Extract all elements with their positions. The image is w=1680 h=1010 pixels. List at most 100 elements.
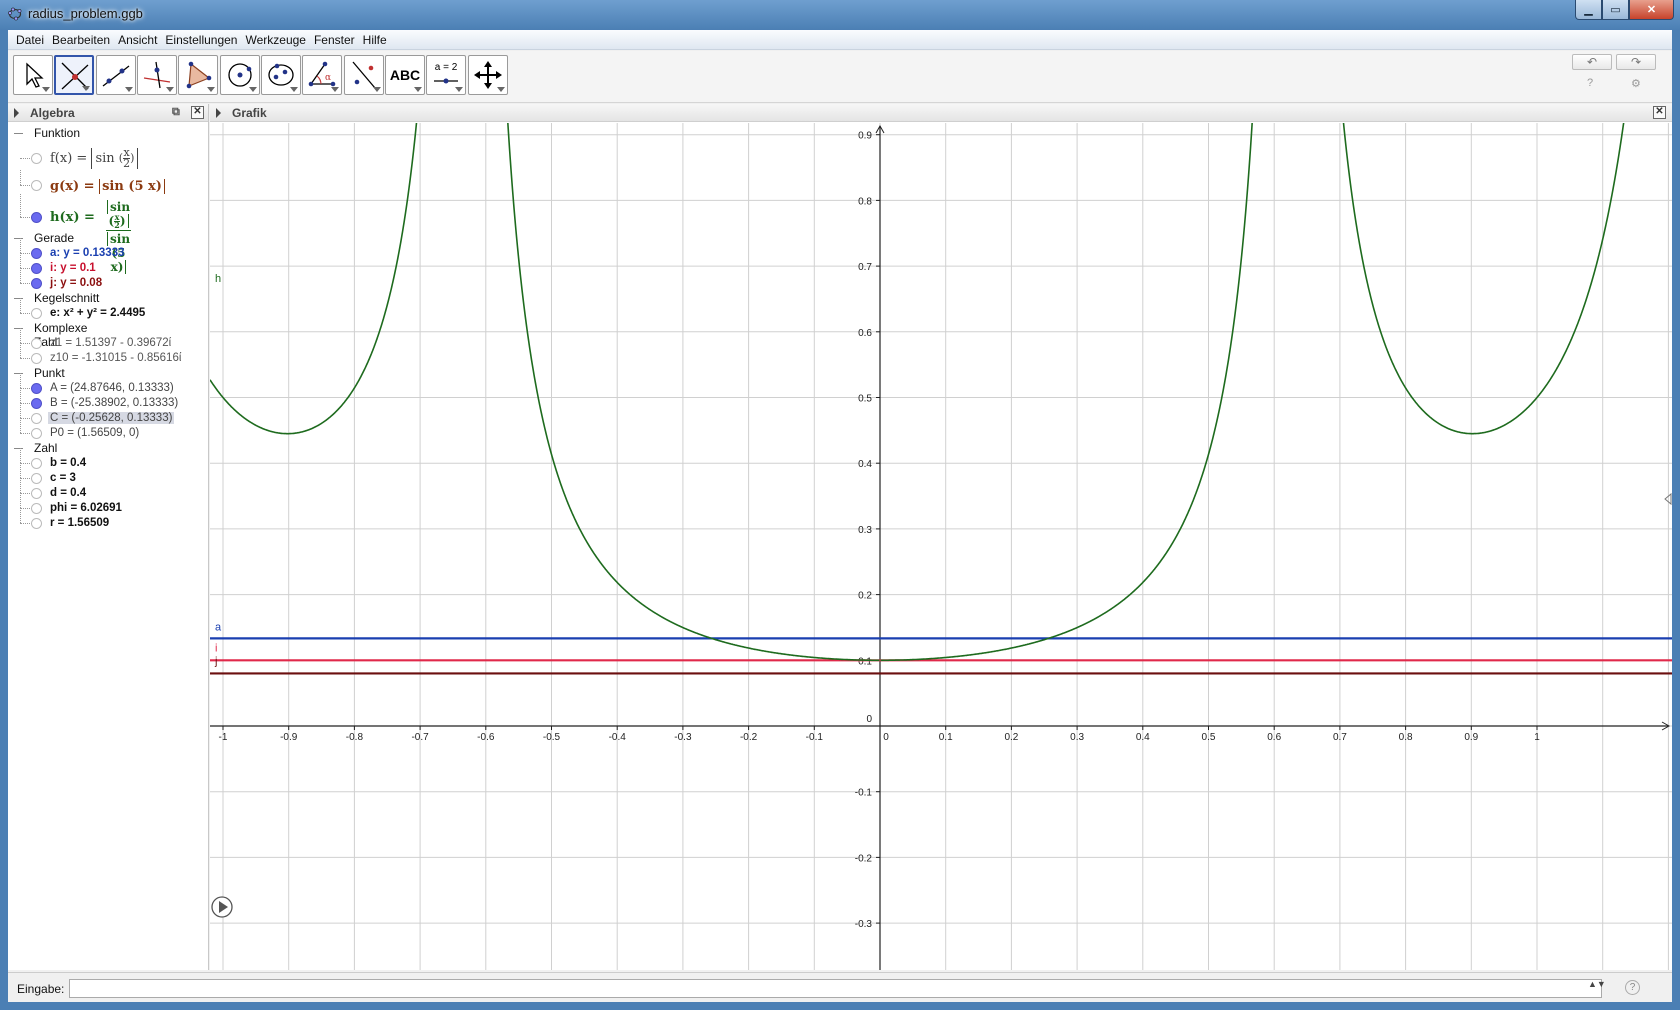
menu-fenster[interactable]: Fenster [310, 33, 359, 47]
line-i-label: i [215, 642, 217, 654]
visibility-toggle[interactable] [31, 353, 42, 364]
function-h-lhs: h(x) = [50, 210, 95, 225]
algebra-value: c = 3 [50, 472, 76, 484]
visibility-toggle[interactable] [31, 398, 42, 409]
algebra-value: i: y = 0.1 [50, 262, 96, 274]
move-view-tool[interactable] [468, 55, 508, 95]
x-tick-label: -0.2 [740, 732, 758, 743]
x-tick-label: -0.1 [806, 732, 824, 743]
y-tick-label: 0.4 [858, 459, 872, 470]
graphics-title: Grafik [232, 106, 267, 120]
y-tick-label: 0.1 [858, 656, 872, 667]
input-history-stepper[interactable]: ▲▼ [1588, 980, 1606, 989]
visibility-toggle[interactable] [31, 248, 42, 259]
menu-bearbeiten[interactable]: Bearbeiten [48, 33, 114, 47]
collapse-arrow-icon[interactable] [216, 108, 221, 118]
menu-datei[interactable]: Datei [12, 33, 48, 47]
visibility-toggle[interactable] [31, 413, 42, 424]
menu-werkzeuge[interactable]: Werkzeuge [241, 33, 309, 47]
visibility-toggle[interactable] [31, 338, 42, 349]
visibility-toggle[interactable] [31, 153, 42, 164]
menu-hilfe[interactable]: Hilfe [359, 33, 391, 47]
visibility-toggle[interactable] [31, 488, 42, 499]
input-help-icon[interactable]: ? [1625, 980, 1640, 995]
x-tick-label: -0.7 [411, 732, 429, 743]
svg-text:α: α [325, 73, 331, 83]
redo-button[interactable]: ↷ [1616, 54, 1656, 70]
x-tick-label: 0.9 [1464, 732, 1478, 743]
move-tool[interactable] [13, 55, 53, 95]
angle-icon: α [308, 61, 336, 87]
line-through-points-icon [102, 65, 130, 87]
function-h-fraction: sin ( x 2 ) sin (5 x) [106, 200, 132, 274]
undock-icon[interactable]: ⧉ [172, 106, 180, 119]
tick-labels: -1 -0.9 -0.8 -0.7 -0.6 -0.5 -0.4 -0.3 -0.2 -0.1 0 0… [219, 131, 1541, 930]
reflect-line-icon [352, 61, 376, 89]
visibility-toggle[interactable] [31, 428, 42, 439]
visibility-toggle[interactable] [31, 458, 42, 469]
grid [210, 123, 1672, 970]
visibility-toggle[interactable] [31, 180, 42, 191]
algebra-value: z10 = -1.31015 - 0.85616ί [50, 352, 182, 364]
visibility-toggle[interactable] [31, 473, 42, 484]
title-bar[interactable]: radius_problem.ggb ▁ ▭ ✕ [0, 0, 1680, 28]
visibility-toggle[interactable] [31, 518, 42, 529]
window-title: radius_problem.ggb [28, 6, 143, 21]
algebra-value: P0 = (1.56509, 0) [50, 427, 140, 439]
visibility-toggle[interactable] [31, 212, 42, 223]
algebra-value: e: x² + y² = 2.4495 [50, 307, 146, 319]
circle-tool[interactable] [220, 55, 260, 95]
undo-button[interactable]: ↶ [1572, 54, 1612, 70]
minimize-button[interactable]: ▁ [1575, 0, 1602, 20]
gear-icon[interactable]: ⚙ [1631, 77, 1641, 90]
y-tick-label: 0.3 [858, 525, 872, 536]
algebra-value: A = (24.87646, 0.13333) [50, 382, 174, 394]
input-field[interactable] [69, 979, 1602, 998]
visibility-toggle[interactable] [31, 278, 42, 289]
object-labels: aij h [214, 273, 222, 667]
function-f-formula: f(x) = sin ( x 2 ) [50, 147, 139, 169]
close-algebra-icon[interactable]: ✕ [191, 106, 204, 119]
text-tool-label: ABC [389, 67, 421, 83]
close-button[interactable]: ✕ [1629, 0, 1674, 20]
reflect-tool[interactable] [344, 55, 384, 95]
x-tick-label: -0.5 [543, 732, 561, 743]
angle-tool[interactable]: α [302, 55, 342, 95]
curve-h[interactable] [210, 123, 1643, 662]
algebra-header: Algebra ⧉ ✕ [8, 104, 208, 122]
help-icon[interactable]: ? [1587, 77, 1593, 89]
graphics-panel[interactable]: Grafik ✕ -1 -0.9 -0.8 -0.7 -0.6 -0.5 -0.4 -0.3 -… [210, 104, 1672, 970]
x-tick-label: 0 [883, 732, 889, 743]
visibility-toggle[interactable] [31, 263, 42, 274]
x-tick-label: 0.6 [1267, 732, 1281, 743]
ellipse-icon [268, 63, 294, 86]
line-tool[interactable] [96, 55, 136, 95]
toolbar: α ABC a = 2 ↶ ↷ ? ⚙ [8, 51, 1672, 103]
algebra-value: z1 = 1.51397 - 0.39672ί [50, 337, 172, 349]
menu-bar: Datei Bearbeiten Ansicht Einstellungen W… [8, 30, 1672, 50]
text-tool[interactable]: ABC [385, 55, 425, 95]
maximize-button[interactable]: ▭ [1602, 0, 1629, 20]
point-tool[interactable] [54, 55, 94, 95]
y-tick-label: 0.8 [858, 196, 872, 207]
collapse-arrow-icon[interactable] [14, 108, 19, 118]
graphics-canvas[interactable]: -1 -0.9 -0.8 -0.7 -0.6 -0.5 -0.4 -0.3 -0.2 -0.1 0 0… [210, 123, 1672, 970]
conic-tool[interactable] [261, 55, 301, 95]
menu-ansicht[interactable]: Ansicht [114, 33, 161, 47]
perpendicular-tool[interactable] [137, 55, 177, 95]
y-tick-label: 0.6 [858, 328, 872, 339]
horizontal-lines[interactable] [210, 637, 1672, 675]
slider-tool[interactable]: a = 2 [426, 55, 466, 95]
play-button[interactable] [211, 896, 233, 918]
y-tick-label: 0 [866, 714, 872, 725]
polygon-tool[interactable] [178, 55, 218, 95]
visibility-toggle[interactable] [31, 503, 42, 514]
close-graphics-icon[interactable]: ✕ [1653, 106, 1666, 119]
menu-einstellungen[interactable]: Einstellungen [161, 33, 241, 47]
visibility-toggle[interactable] [31, 308, 42, 319]
client-area: Datei Bearbeiten Ansicht Einstellungen W… [8, 30, 1672, 1002]
visibility-toggle[interactable] [31, 383, 42, 394]
app-window: radius_problem.ggb ▁ ▭ ✕ Datei Bearbeite… [0, 0, 1680, 1010]
x-tick-label: -0.6 [477, 732, 495, 743]
perpendicular-line-icon [143, 61, 171, 89]
